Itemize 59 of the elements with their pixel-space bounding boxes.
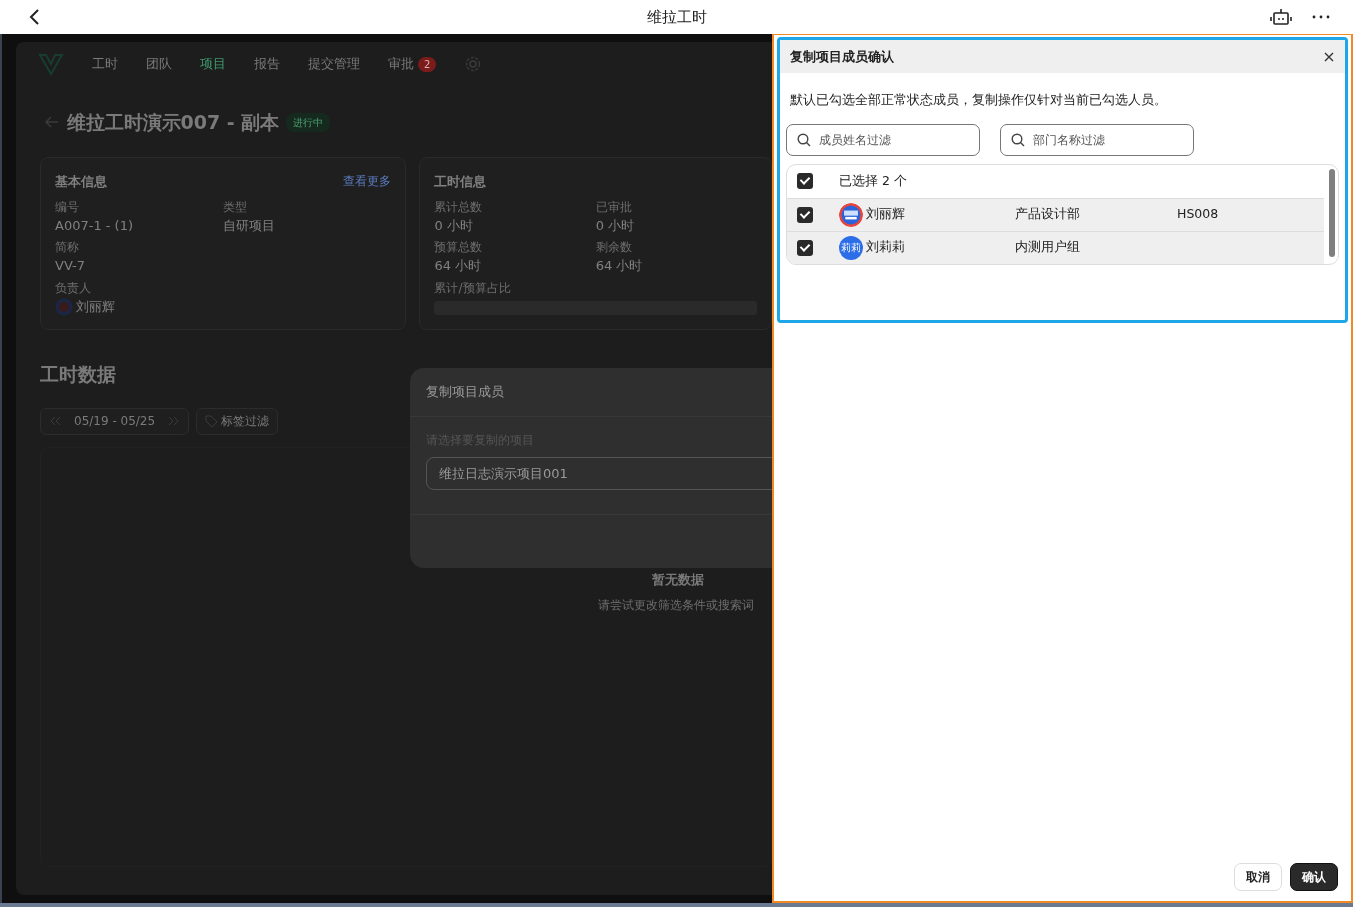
field-label: 预算总数	[434, 239, 484, 257]
search-icon	[1011, 132, 1025, 147]
member-name: 刘莉莉	[866, 238, 906, 257]
search-field[interactable]: 部门名称过滤	[1000, 123, 1194, 156]
count-badge: 2	[418, 56, 437, 72]
field-label: 负责人	[55, 280, 92, 297]
logo-icon	[38, 52, 64, 76]
field-value: 64 小时	[595, 257, 644, 276]
empty-title: 暂无数据	[652, 571, 704, 589]
tag-icon	[204, 414, 218, 428]
avatar	[55, 297, 73, 316]
owner-name: 刘丽辉	[76, 298, 116, 316]
checkbox[interactable]	[797, 173, 813, 189]
nav-tab[interactable]: 项目	[200, 54, 226, 74]
nav-tab[interactable]: 工时	[92, 54, 118, 74]
search-field[interactable]: 成员姓名过滤	[786, 123, 980, 156]
field-label: 累计/预算占比	[434, 280, 512, 297]
field-label: 编号	[55, 198, 80, 216]
nav-tab[interactable]: 提交管理	[308, 54, 360, 74]
field-value: 0 小时	[595, 216, 636, 235]
search-icon	[797, 132, 811, 147]
confirm-button[interactable]: 确认	[1290, 863, 1338, 891]
nav-tab[interactable]: 报告	[254, 54, 280, 74]
field-value: 自研项目	[223, 216, 277, 235]
close-icon[interactable]	[1323, 50, 1335, 63]
project-title: 维拉工时演示007 - 副本	[66, 110, 280, 135]
field-value: 64 小时	[434, 257, 483, 276]
window-title: 维拉工时	[646, 7, 707, 26]
nav-tab[interactable]: 团队	[146, 54, 172, 74]
field-label: 累计总数	[434, 198, 484, 216]
empty-hint: 请尝试更改筛选条件或搜索词	[598, 597, 754, 614]
checkbox[interactable]	[797, 206, 813, 223]
department: 内测用户组	[1015, 238, 1081, 257]
field-label: 简称	[55, 239, 80, 257]
checkbox[interactable]	[797, 239, 813, 256]
robot-icon[interactable]	[1269, 8, 1292, 26]
card-title: 基本信息	[55, 172, 107, 191]
dialog-note: 默认已勾选全部正常状态成员，复制操作仅针对当前已勾选人员。	[789, 91, 1168, 109]
avatar: 莉莉	[839, 235, 863, 260]
field-label: 已审批	[595, 198, 633, 216]
cancel-button[interactable]: 取消	[1234, 863, 1282, 891]
status-badge: 进行中	[285, 112, 330, 132]
field-value: A007-1 - (1)	[55, 216, 135, 235]
card-title: 工时信息	[434, 172, 488, 191]
dialog-title: 复制项目成员确认	[790, 47, 894, 66]
section-title: 工时数据	[40, 362, 116, 385]
field-label: 剩余数	[595, 239, 633, 257]
member-name: 刘丽辉	[866, 205, 906, 224]
field-label: 类型	[223, 198, 249, 216]
member-code: HS008	[1177, 205, 1220, 224]
nav-tab[interactable]: 审批 2	[388, 54, 437, 74]
field-value: VV-7	[55, 257, 86, 276]
scrollbar[interactable]	[1329, 168, 1335, 257]
department: 产品设计部	[1015, 205, 1081, 224]
project-select[interactable]: 维拉日志演示项目001	[426, 456, 772, 490]
field-value: 0 小时	[434, 216, 474, 235]
selection-count: 已选择 2 个	[839, 171, 908, 190]
tag-filter-button[interactable]: 标签过滤	[195, 408, 278, 435]
more-link[interactable]: 查看更多	[343, 171, 392, 191]
